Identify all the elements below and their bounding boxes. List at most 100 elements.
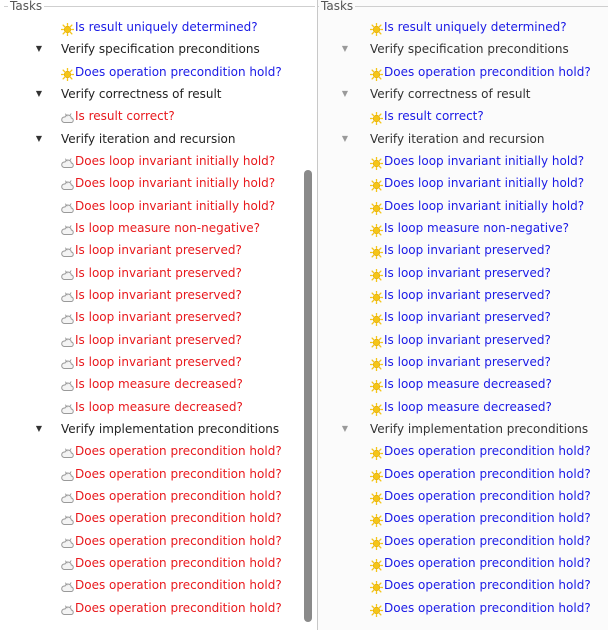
sun-icon — [369, 21, 384, 37]
tree-task[interactable]: Does loop invariant initially hold? — [0, 150, 317, 172]
tree-task[interactable]: Does operation precondition hold? — [318, 574, 608, 596]
expand-toggle-icon[interactable]: ▼ — [340, 418, 350, 440]
tree-task[interactable]: Does operation precondition hold? — [0, 552, 317, 574]
tree-task[interactable]: Is result uniquely determined? — [0, 16, 317, 38]
expand-toggle-icon[interactable]: ▼ — [340, 38, 350, 60]
task-label: Does operation precondition hold? — [384, 600, 591, 615]
sun-icon — [369, 177, 384, 193]
task-label: Does operation precondition hold? — [75, 511, 282, 526]
cloud-icon — [61, 579, 74, 593]
tree-task[interactable]: Does operation precondition hold? — [318, 530, 608, 552]
category-label: Verify correctness of result — [370, 86, 531, 101]
tree-task[interactable]: Does operation precondition hold? — [0, 597, 317, 619]
task-label: Does loop invariant initially hold? — [75, 153, 276, 168]
cloud-icon — [61, 222, 74, 235]
cloud-icon — [61, 244, 74, 258]
tree-task[interactable]: Is loop measure decreased? — [0, 373, 317, 395]
expand-toggle-icon[interactable]: ▼ — [34, 128, 44, 150]
tree-category[interactable]: ▼ Verify correctness of result — [318, 83, 608, 105]
task-label: Is result uniquely determined? — [75, 20, 258, 34]
tree-task[interactable]: Does operation precondition hold? — [318, 463, 608, 485]
tree-task[interactable]: Is result uniquely determined? — [318, 16, 608, 38]
expand-toggle-icon[interactable]: ▼ — [34, 83, 44, 105]
sun-icon — [369, 289, 384, 305]
tree-task[interactable]: Does operation precondition hold? — [0, 61, 317, 83]
scrollbar-thumb[interactable] — [304, 170, 312, 622]
tree-task[interactable]: Does operation precondition hold? — [0, 507, 317, 529]
cloud-icon — [61, 401, 74, 414]
tree-task[interactable]: Does operation precondition hold? — [0, 530, 317, 552]
task-tree[interactable]: Is result uniquely determined? ▼ Verify sp… — [0, 20, 317, 619]
task-label: Is loop measure decreased? — [384, 399, 552, 414]
tree-task[interactable]: Does operation precondition hold? — [0, 463, 317, 485]
tree-task[interactable]: Is result correct? — [0, 105, 317, 127]
tree-task[interactable]: Is loop invariant preserved? — [0, 306, 317, 328]
tree-task[interactable]: Does loop invariant initially hold? — [318, 195, 608, 217]
sun-icon — [369, 200, 384, 215]
group-border — [4, 6, 315, 7]
tree-category[interactable]: ▼ Verify specification preconditions — [318, 38, 608, 60]
task-label: Does operation precondition hold? — [75, 488, 282, 503]
tree-task[interactable]: Is result correct? — [318, 105, 608, 127]
tree-task[interactable]: Is loop invariant preserved? — [318, 284, 608, 306]
task-label: Is loop invariant preserved? — [384, 243, 551, 258]
tree-category[interactable]: ▼ Verify specification preconditions — [0, 38, 317, 60]
expand-toggle-icon[interactable]: ▼ — [34, 38, 44, 60]
sun-icon — [60, 21, 75, 37]
category-label: Verify iteration and recursion — [61, 131, 236, 146]
task-label: Does operation precondition hold? — [384, 466, 591, 481]
tree-task[interactable]: Is loop invariant preserved? — [318, 306, 608, 328]
sun-icon — [60, 66, 75, 82]
tree-task[interactable]: Is loop invariant preserved? — [0, 329, 317, 351]
tree-task[interactable]: Does operation precondition hold? — [0, 574, 317, 596]
tree-task[interactable]: Does loop invariant initially hold? — [0, 195, 317, 217]
tree-task[interactable]: Does loop invariant initially hold? — [0, 172, 317, 194]
sun-icon — [369, 311, 384, 327]
task-label: Does operation precondition hold? — [75, 578, 282, 593]
tree-task[interactable]: Does operation precondition hold? — [0, 485, 317, 507]
tree-task[interactable]: Is loop invariant preserved? — [318, 351, 608, 373]
tree-task[interactable]: Is loop invariant preserved? — [0, 262, 317, 284]
category-label: Verify implementation preconditions — [61, 421, 280, 436]
task-label: Is result correct? — [75, 109, 175, 124]
tree-task[interactable]: Does operation precondition hold? — [318, 597, 608, 619]
tree-category[interactable]: ▼ Verify correctness of result — [0, 83, 317, 105]
tree-task[interactable]: Is loop measure non-negative? — [0, 217, 317, 239]
expand-toggle-icon[interactable]: ▼ — [34, 418, 44, 440]
expand-toggle-icon[interactable]: ▼ — [340, 83, 350, 105]
tree-category[interactable]: ▼ Verify iteration and recursion — [0, 128, 317, 150]
tree-task[interactable]: Does operation precondition hold? — [318, 507, 608, 529]
tree-task[interactable]: Is loop invariant preserved? — [0, 284, 317, 306]
tree-task[interactable]: Does operation precondition hold? — [0, 440, 317, 462]
tree-task[interactable]: Is loop invariant preserved? — [318, 262, 608, 284]
expand-toggle-icon[interactable]: ▼ — [340, 128, 350, 150]
sun-icon — [369, 557, 384, 573]
tree-task[interactable]: Is loop measure decreased? — [318, 396, 608, 418]
task-label: Is loop invariant preserved? — [75, 332, 242, 347]
tree-category[interactable]: ▼ Verify iteration and recursion — [318, 128, 608, 150]
sun-icon — [369, 602, 384, 617]
task-label: Is loop measure non-negative? — [384, 220, 569, 235]
tree-task[interactable]: Is loop invariant preserved? — [318, 239, 608, 261]
tree-task[interactable]: Does operation precondition hold? — [318, 440, 608, 462]
panel-title: Tasks — [8, 0, 45, 13]
tree-task[interactable]: Does loop invariant initially hold? — [318, 172, 608, 194]
tree-task[interactable]: Is loop invariant preserved? — [318, 329, 608, 351]
tree-category[interactable]: ▼ Verify implementation preconditions — [318, 418, 608, 440]
cloud-icon — [61, 177, 74, 191]
tree-task[interactable]: Does loop invariant initially hold? — [318, 150, 608, 172]
tree-task[interactable]: Is loop measure decreased? — [318, 373, 608, 395]
task-label: Is loop invariant preserved? — [75, 310, 242, 325]
tree-task[interactable]: Is loop invariant preserved? — [0, 351, 317, 373]
tree-task[interactable]: Is loop invariant preserved? — [0, 239, 317, 261]
tree-task[interactable]: Does operation precondition hold? — [318, 485, 608, 507]
task-label: Does operation precondition hold? — [75, 444, 282, 459]
tree-task[interactable]: Is loop measure decreased? — [0, 396, 317, 418]
tree-task[interactable]: Is loop measure non-negative? — [318, 217, 608, 239]
task-tree[interactable]: Is result uniquely determined? ▼ Verify sp… — [318, 20, 608, 619]
cloud-icon — [61, 311, 74, 325]
tree-task[interactable]: Does operation precondition hold? — [318, 61, 608, 83]
tree-task[interactable]: Does operation precondition hold? — [318, 552, 608, 574]
tree-category[interactable]: ▼ Verify implementation preconditions — [0, 418, 317, 440]
task-label: Does loop invariant initially hold? — [384, 176, 585, 191]
